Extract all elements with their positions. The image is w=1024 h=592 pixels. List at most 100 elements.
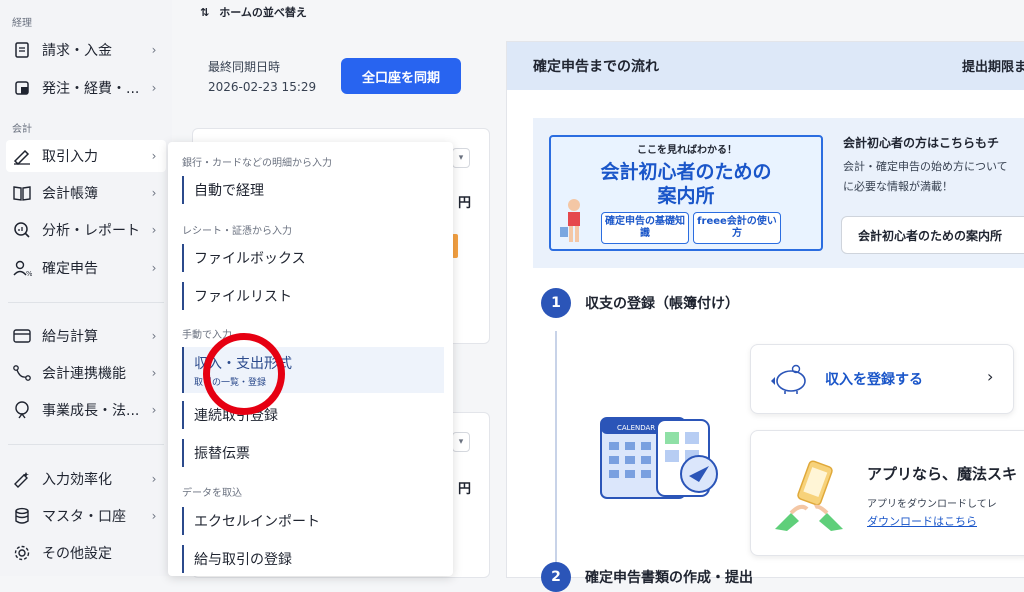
document-icon — [12, 40, 32, 60]
menu-item-batch-entry[interactable]: 連続取引登録 — [182, 401, 444, 429]
menu-item-payroll-transactions[interactable]: 給与取引の登録 — [182, 545, 444, 573]
chevron-right-icon: › — [987, 367, 994, 386]
step-connector — [555, 331, 557, 571]
chevron-right-icon: › — [151, 261, 157, 275]
app-promo-card: アプリなら、魔法スキ アプリをダウンロードしてレ ダウンロードはこちら — [750, 430, 1024, 556]
last-sync-datetime: 2026-02-23 15:29 — [208, 80, 317, 94]
sidebar-item-label: 事業成長・法... — [42, 403, 140, 419]
app-promo-title: アプリなら、魔法スキ — [867, 465, 1018, 483]
database-icon — [12, 506, 32, 526]
chevron-right-icon: › — [151, 186, 157, 200]
sidebar-item-other-settings[interactable]: その他設定 — [6, 537, 166, 569]
last-sync: 最終同期日時 2026-02-23 15:29 — [208, 57, 316, 97]
growth-icon — [12, 400, 32, 420]
menu-item-file-list[interactable]: ファイルリスト — [182, 282, 444, 310]
chevron-right-icon: › — [151, 472, 157, 486]
home-sort-button[interactable]: ⇅ ホームの並べ替え — [200, 4, 307, 20]
sidebar-item-integrations[interactable]: 会計連携機能 › — [6, 357, 166, 389]
beginner-guide-button[interactable]: 会計初心者のための案内所 — [841, 216, 1024, 254]
sidebar-item-expenses[interactable]: 発注・経費・... › — [6, 72, 166, 104]
sidebar-item-label: 発注・経費・... — [42, 81, 140, 97]
sidebar-item-label: マスタ・口座 — [42, 509, 126, 525]
step-title: 収支の登録（帳簿付け） — [585, 296, 739, 312]
divider — [8, 444, 164, 445]
sidebar-item-input-efficiency[interactable]: 入力効率化 › — [6, 463, 166, 495]
sidebar-item-label: 確定申告 — [42, 261, 98, 277]
sidebar-item-master-accounts[interactable]: マスタ・口座 › — [6, 500, 166, 532]
sidebar-item-analysis[interactable]: 分析・レポート › — [6, 214, 166, 246]
tax-return-icon: % — [12, 258, 32, 278]
sidebar: 経理 請求・入金 › 発注・経費・... › 会計 取引入力 › 会計帳簿 › … — [0, 0, 172, 576]
beginner-desc-line: 会計・確定申告の始め方について — [843, 160, 1008, 173]
section-label-bookkeeping: 会計 — [12, 124, 32, 135]
chevron-right-icon: › — [151, 149, 157, 163]
menu-category: データを取込 — [182, 488, 242, 499]
chevron-right-icon: › — [151, 403, 157, 417]
banner-title-line1: 会計初心者のための — [600, 161, 772, 183]
card-icon — [12, 326, 32, 346]
sidebar-item-payroll[interactable]: 給与計算 › — [6, 320, 166, 352]
chevron-right-icon: › — [151, 223, 157, 237]
beginner-description: 会計・確定申告の始め方について に必要な情報が満載！ — [843, 157, 1008, 197]
chevron-right-icon: › — [151, 43, 157, 57]
menu-item-label: 収入・支出形式 — [194, 355, 292, 372]
menu-category: レシート・証憑から入力 — [182, 226, 292, 237]
banner-pill-basics: 確定申告の基礎知識 — [601, 212, 689, 244]
amount-unit: 円 — [458, 196, 472, 211]
menu-item-file-box[interactable]: ファイルボックス — [182, 244, 444, 272]
step-number: 1 — [541, 288, 571, 318]
sync-all-accounts-button[interactable]: 全口座を同期 — [341, 58, 461, 94]
transaction-entry-menu: 銀行・カードなどの明細から入力 自動で経理 レシート・証憑から入力 ファイルボッ… — [168, 142, 453, 576]
menu-item-auto-accounting[interactable]: 自動で経理 — [182, 176, 444, 204]
sort-label: ホームの並べ替え — [219, 6, 307, 19]
sidebar-item-label: 分析・レポート — [42, 223, 140, 239]
link-icon — [12, 363, 32, 383]
section-label-accounting: 経理 — [12, 18, 32, 29]
menu-item-transfer-slip[interactable]: 振替伝票 — [182, 439, 444, 467]
smartphone-hand-icon — [775, 460, 843, 531]
menu-item-income-expense[interactable]: 収入・支出形式 取引の一覧・登録 — [182, 347, 444, 393]
beginner-guide-banner[interactable]: ここを見ればわかる！ 会計初心者のための 案内所 確定申告の基礎知識 freee… — [549, 135, 823, 251]
pen-icon — [12, 146, 32, 166]
register-income-label: 収入を登録する — [825, 372, 923, 388]
step-number: 2 — [541, 562, 571, 592]
sidebar-item-tax-return[interactable]: % 確定申告 › — [6, 252, 166, 284]
banner-title-line2: 案内所 — [657, 185, 715, 207]
flow-title: 確定申告までの流れ — [533, 59, 659, 75]
chevron-right-icon: › — [151, 366, 157, 380]
sidebar-item-ledger[interactable]: 会計帳簿 › — [6, 177, 166, 209]
beginner-title: 会計初心者の方はこちらもチ — [843, 136, 1000, 150]
person-illustration-icon — [560, 199, 580, 242]
gear-icon — [12, 543, 32, 563]
divider — [8, 302, 164, 303]
register-income-button[interactable]: 収入を登録する › — [750, 344, 1014, 414]
sidebar-item-label: 請求・入金 — [42, 43, 112, 59]
banner-pill-howto: freee会計の使い方 — [693, 212, 781, 244]
piggy-bank-icon — [771, 364, 806, 394]
menu-category: 手動で入力 — [182, 330, 232, 341]
menu-item-excel-import[interactable]: エクセルインポート — [182, 507, 444, 535]
book-icon — [12, 183, 32, 203]
sidebar-item-label: 会計連携機能 — [42, 366, 126, 382]
sidebar-item-transaction-entry[interactable]: 取引入力 › — [6, 140, 166, 172]
app-download-link[interactable]: ダウンロードはこちら — [867, 513, 977, 529]
chevron-right-icon: › — [151, 329, 157, 343]
sidebar-item-growth[interactable]: 事業成長・法... › — [6, 394, 166, 426]
svg-text:CALENDAR: CALENDAR — [617, 424, 655, 432]
menu-item-sublabel: 取引の一覧・登録 — [194, 377, 267, 388]
last-sync-label: 最終同期日時 — [208, 60, 281, 74]
beginner-desc-line: に必要な情報が満載！ — [843, 180, 953, 193]
menu-category: 銀行・カードなどの明細から入力 — [182, 158, 332, 169]
card-select[interactable]: ▾ — [452, 148, 470, 168]
filing-deadline: 提出期限ま — [962, 60, 1024, 75]
sidebar-item-label: 給与計算 — [42, 329, 98, 345]
card-select[interactable]: ▾ — [452, 432, 470, 452]
chevron-right-icon: › — [151, 81, 157, 95]
sidebar-item-label: 取引入力 — [42, 149, 98, 165]
analysis-icon — [12, 220, 32, 240]
sort-icon: ⇅ — [200, 5, 210, 19]
sidebar-item-billing[interactable]: 請求・入金 › — [6, 34, 166, 66]
banner-kicker: ここを見ればわかる！ — [637, 145, 737, 156]
chevron-right-icon: › — [151, 509, 157, 523]
calendar-illustration-icon: CALENDAR — [600, 417, 718, 499]
